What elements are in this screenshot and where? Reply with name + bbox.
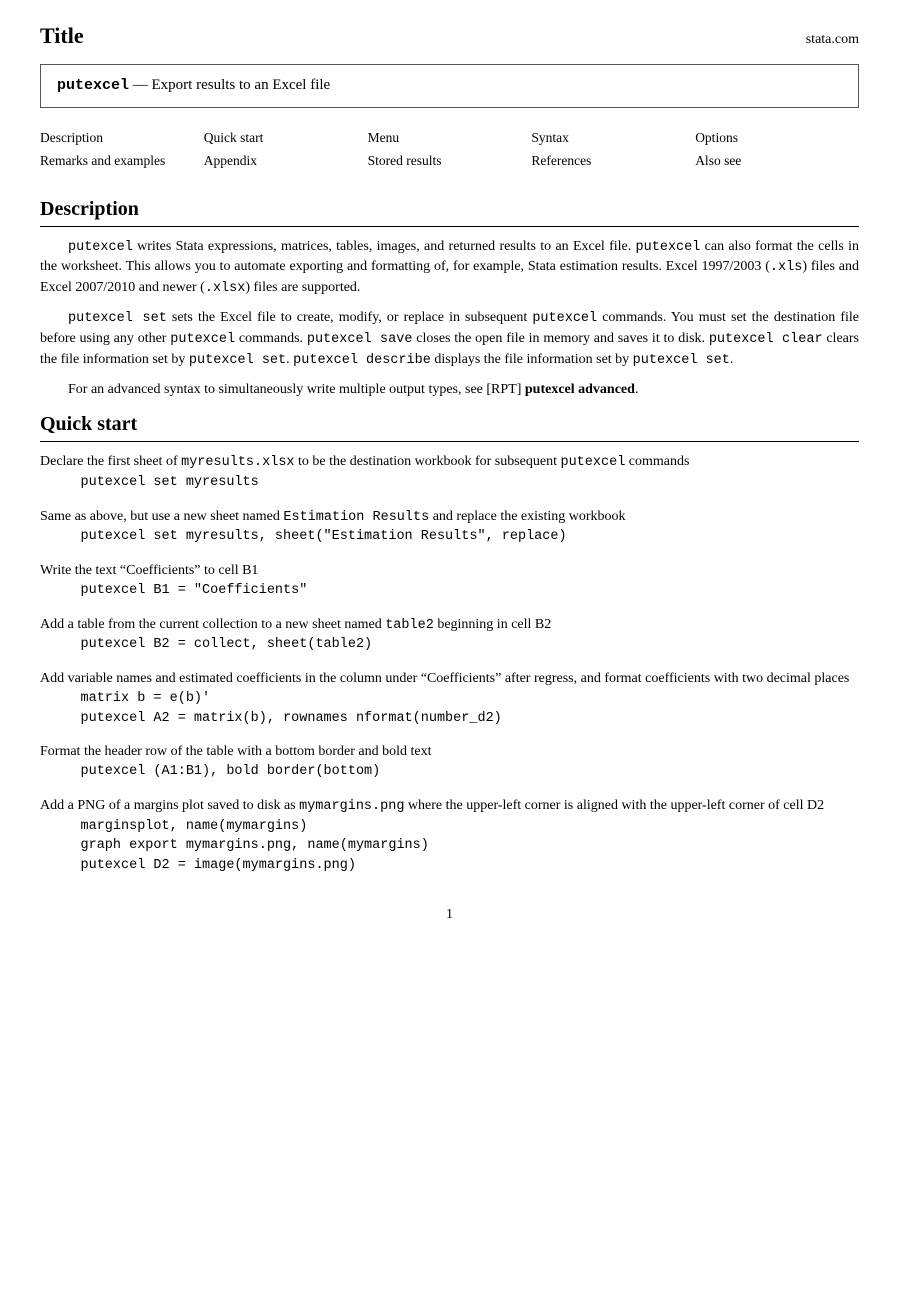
qs-item-1-desc: Declare the first sheet of myresults.xls… <box>40 454 689 469</box>
nav-table: Description Quick start Menu Syntax Opti… <box>40 126 859 173</box>
qs-item-6-code: putexcel (A1:B1), bold border(bottom) <box>81 762 860 782</box>
qs-item-5-code: matrix b = e(b)' putexcel A2 = matrix(b)… <box>81 689 860 728</box>
nav-options[interactable]: Options <box>695 126 859 150</box>
qs-item-6-desc: Format the header row of the table with … <box>40 744 432 759</box>
qs-item-2-desc: Same as above, but use a new sheet named… <box>40 509 626 524</box>
description-para-2: putexcel set sets the Excel file to crea… <box>40 308 859 370</box>
site-label: stata.com <box>806 30 859 50</box>
title-rest: — Export results to an Excel file <box>129 77 330 93</box>
nav-appendix[interactable]: Appendix <box>204 149 368 173</box>
qs-item-3: Write the text “Coefficients” to cell B1… <box>40 561 859 601</box>
page-header: Title stata.com <box>40 20 859 52</box>
qs-item-4-desc: Add a table from the current collection … <box>40 617 551 632</box>
description-heading: Description <box>40 195 859 227</box>
qs-item-1-code: putexcel set myresults <box>81 473 860 493</box>
qs-item-3-code: putexcel B1 = "Coefficients" <box>81 581 860 601</box>
qs-item-7: Add a PNG of a margins plot saved to dis… <box>40 796 859 875</box>
qs-item-1: Declare the first sheet of myresults.xls… <box>40 452 859 492</box>
qs-item-3-desc: Write the text “Coefficients” to cell B1 <box>40 563 258 578</box>
description-section: Description putexcel writes Stata expres… <box>40 195 859 401</box>
command-name: putexcel <box>57 77 129 94</box>
qs-item-7-desc: Add a PNG of a margins plot saved to dis… <box>40 798 824 813</box>
nav-remarks[interactable]: Remarks and examples <box>40 149 204 173</box>
title-box: putexcel — Export results to an Excel fi… <box>40 64 859 108</box>
quickstart-heading: Quick start <box>40 410 859 442</box>
description-para-1: putexcel writes Stata expressions, matri… <box>40 237 859 299</box>
qs-item-7-code: marginsplot, name(mymargins) graph expor… <box>81 817 860 876</box>
nav-syntax[interactable]: Syntax <box>531 126 695 150</box>
page-title: Title <box>40 20 84 52</box>
nav-references[interactable]: References <box>531 149 695 173</box>
nav-alsosee[interactable]: Also see <box>695 149 859 173</box>
nav-stored[interactable]: Stored results <box>368 149 532 173</box>
description-para-3: For an advanced syntax to simultaneously… <box>40 380 859 400</box>
nav-description[interactable]: Description <box>40 126 204 150</box>
nav-quickstart[interactable]: Quick start <box>204 126 368 150</box>
nav-menu[interactable]: Menu <box>368 126 532 150</box>
qs-item-2-code: putexcel set myresults, sheet("Estimatio… <box>81 527 860 547</box>
qs-item-5-desc: Add variable names and estimated coeffic… <box>40 671 849 686</box>
quickstart-section: Quick start Declare the first sheet of m… <box>40 410 859 875</box>
qs-item-4-code: putexcel B2 = collect, sheet(table2) <box>81 635 860 655</box>
qs-item-5: Add variable names and estimated coeffic… <box>40 669 859 728</box>
qs-item-4: Add a table from the current collection … <box>40 615 859 655</box>
page-number: 1 <box>40 905 859 925</box>
qs-item-6: Format the header row of the table with … <box>40 742 859 782</box>
qs-item-2: Same as above, but use a new sheet named… <box>40 507 859 547</box>
